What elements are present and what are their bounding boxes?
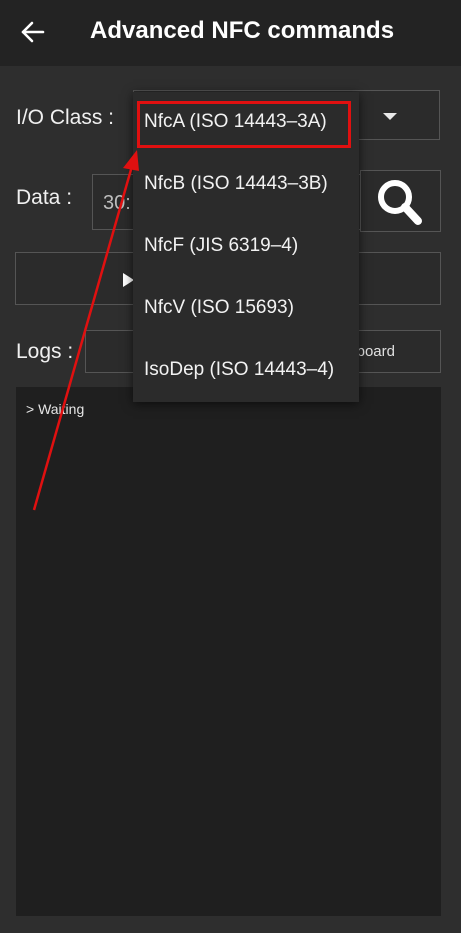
dropdown-option-nfcb[interactable]: NfcB (ISO 14443–3B): [133, 154, 359, 216]
dropdown-option-label: NfcF (JIS 6319–4): [144, 235, 299, 256]
dropdown-option-nfcv[interactable]: NfcV (ISO 15693): [133, 278, 359, 340]
log-output: > Waiting: [16, 387, 441, 916]
data-label: Data :: [16, 186, 73, 209]
log-text: > Waiting: [26, 401, 85, 417]
dropdown-option-nfcf[interactable]: NfcF (JIS 6319–4): [133, 216, 359, 278]
dropdown-arrow-icon: [383, 113, 397, 120]
page-title: Advanced NFC commands: [90, 17, 395, 44]
magnifier-icon: [378, 180, 422, 225]
annotation-highlight-box: [137, 101, 351, 148]
search-button[interactable]: [360, 170, 441, 232]
logs-label: Logs :: [16, 340, 74, 363]
dropdown-option-isodep[interactable]: IsoDep (ISO 14443–4): [133, 340, 359, 402]
back-button[interactable]: [14, 13, 54, 53]
io-class-label: I/O Class :: [16, 106, 115, 129]
copy-button-label: board: [356, 343, 395, 360]
app-bar: Advanced NFC commands: [0, 0, 461, 66]
dropdown-option-label: NfcV (ISO 15693): [144, 297, 294, 318]
dropdown-option-label: IsoDep (ISO 14443–4): [144, 359, 335, 380]
arrow-left-icon: [21, 21, 45, 43]
dropdown-option-label: NfcB (ISO 14443–3B): [144, 173, 328, 194]
